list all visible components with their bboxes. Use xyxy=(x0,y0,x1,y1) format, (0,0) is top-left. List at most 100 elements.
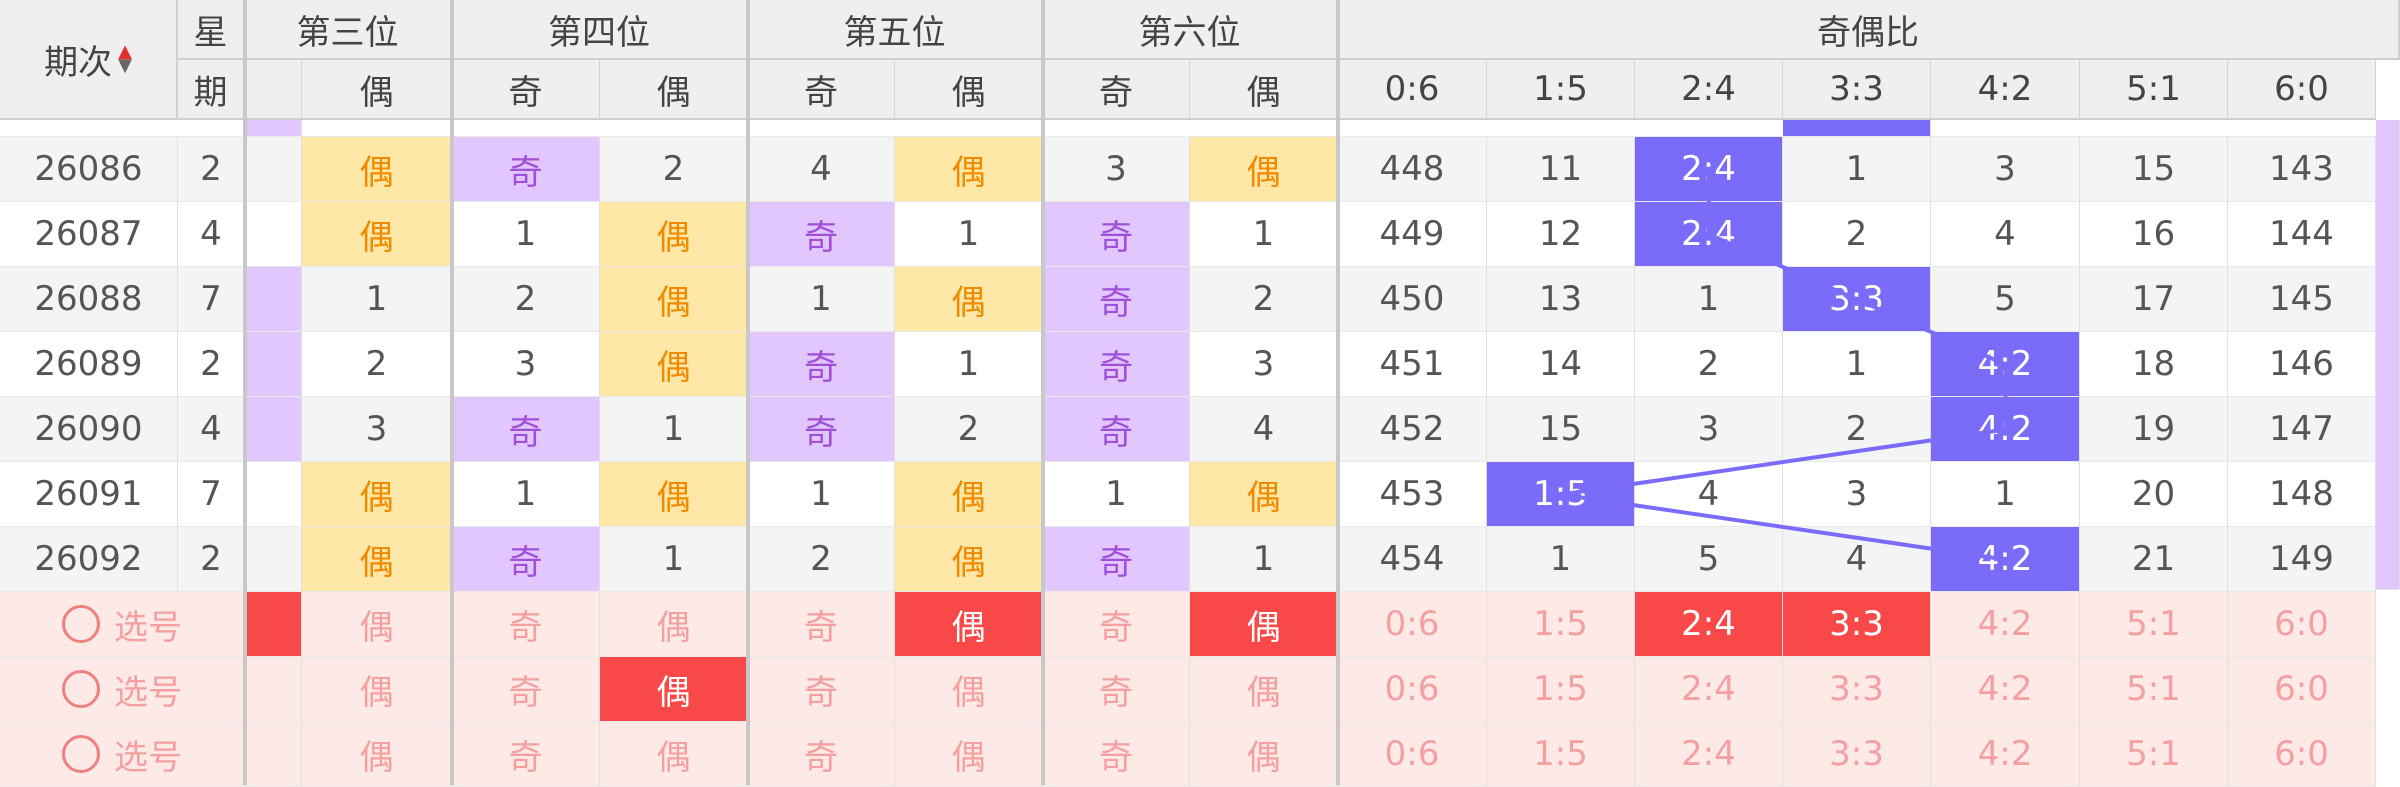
data-cell: 1 xyxy=(1190,202,1338,267)
data-cell: 4:2 xyxy=(1931,397,2080,462)
select-option[interactable]: 奇 xyxy=(1043,657,1190,722)
select-option[interactable]: 1:5 xyxy=(1487,592,1635,657)
data-cell: 奇 xyxy=(452,397,600,462)
select-option[interactable]: 偶 xyxy=(600,657,748,722)
data-cell: 21 xyxy=(2080,527,2228,592)
sub-header-1: 奇 xyxy=(452,60,600,120)
select-option[interactable]: 2:4 xyxy=(1635,592,1783,657)
select-row-2[interactable]: 选号 xyxy=(0,657,245,722)
select-cut[interactable] xyxy=(245,722,302,787)
data-cell: 2 xyxy=(452,267,600,332)
select-option[interactable]: 6:0 xyxy=(2228,657,2376,722)
data-cell: 450 xyxy=(1338,267,1487,332)
select-option[interactable]: 偶 xyxy=(895,592,1043,657)
data-cell: 12 xyxy=(1487,202,1635,267)
data-cell: 奇 xyxy=(452,137,600,202)
data-cell: 1 xyxy=(1043,462,1190,527)
select-option[interactable]: 2:4 xyxy=(1635,722,1783,787)
data-cell: 2 xyxy=(895,397,1043,462)
select-option[interactable]: 偶 xyxy=(600,592,748,657)
select-option[interactable]: 3:3 xyxy=(1783,592,1931,657)
select-option[interactable]: 奇 xyxy=(452,657,600,722)
data-cell: 3 xyxy=(1783,462,1931,527)
select-row-1[interactable]: 选号 xyxy=(0,592,245,657)
select-radio-icon[interactable] xyxy=(62,670,100,708)
select-option[interactable]: 偶 xyxy=(302,592,452,657)
select-option[interactable]: 6:0 xyxy=(2228,592,2376,657)
sub-header-2: 偶 xyxy=(600,60,748,120)
select-option[interactable]: 偶 xyxy=(302,722,452,787)
data-cell: 19 xyxy=(2080,397,2228,462)
select-option[interactable]: 奇 xyxy=(748,722,895,787)
select-option[interactable]: 4:2 xyxy=(1931,657,2080,722)
select-option[interactable]: 奇 xyxy=(748,592,895,657)
select-option[interactable]: 3:3 xyxy=(1783,657,1931,722)
select-option[interactable]: 0:6 xyxy=(1338,722,1487,787)
partial-row xyxy=(0,120,2400,137)
select-option[interactable]: 5:1 xyxy=(2080,592,2228,657)
lottery-trend-table: 期次 ▲ ▼ 星期第三位 第四位 第五位 第六位 奇偶比偶奇偶奇偶奇偶 0:6 1:5 2:4 3:3… xyxy=(0,0,2400,787)
select-option[interactable]: 0:6 xyxy=(1338,592,1487,657)
data-cell: 偶 xyxy=(302,527,452,592)
data-cell: 偶 xyxy=(895,462,1043,527)
select-cut[interactable] xyxy=(245,657,302,722)
group-header-3: 第三位 xyxy=(245,0,452,60)
data-cell: 452 xyxy=(1338,397,1487,462)
data-cell: 1 xyxy=(1487,527,1635,592)
select-option[interactable]: 偶 xyxy=(895,722,1043,787)
select-radio-icon[interactable] xyxy=(62,605,100,643)
period-cell: 26089 xyxy=(0,332,178,397)
select-option[interactable]: 偶 xyxy=(302,657,452,722)
group-header-7: 奇偶比 xyxy=(1338,0,2400,60)
column-divider xyxy=(450,0,454,785)
sub-header-5: 奇 xyxy=(1043,60,1190,120)
data-cell: 奇 xyxy=(1043,332,1190,397)
data-cell: 1 xyxy=(895,202,1043,267)
data-cell: 449 xyxy=(1338,202,1487,267)
period-header[interactable]: 期次 ▲ ▼ xyxy=(0,0,178,120)
select-option[interactable]: 4:2 xyxy=(1931,722,2080,787)
data-cell: 4 xyxy=(1931,202,2080,267)
data-cell: 2 xyxy=(302,332,452,397)
cut-cell xyxy=(245,462,302,527)
data-cell: 奇 xyxy=(452,527,600,592)
data-cell: 偶 xyxy=(895,137,1043,202)
select-option[interactable]: 0:6 xyxy=(1338,657,1487,722)
select-option[interactable]: 偶 xyxy=(1190,722,1338,787)
select-option[interactable]: 偶 xyxy=(1190,592,1338,657)
select-row-3[interactable]: 选号 xyxy=(0,722,245,787)
select-option[interactable]: 奇 xyxy=(452,592,600,657)
select-option[interactable]: 3:3 xyxy=(1783,722,1931,787)
select-option[interactable]: 1:5 xyxy=(1487,657,1635,722)
select-option[interactable]: 1:5 xyxy=(1487,722,1635,787)
sort-icon[interactable]: ▲ ▼ xyxy=(118,43,132,75)
cut-cell xyxy=(245,527,302,592)
select-option[interactable]: 5:1 xyxy=(2080,657,2228,722)
data-cell: 偶 xyxy=(1190,462,1338,527)
select-option[interactable]: 偶 xyxy=(895,657,1043,722)
select-cut[interactable] xyxy=(245,592,302,657)
select-option[interactable]: 偶 xyxy=(1190,657,1338,722)
select-option[interactable]: 5:1 xyxy=(2080,722,2228,787)
week-header-top: 星 xyxy=(178,0,245,60)
group-header-5: 第五位 xyxy=(748,0,1043,60)
data-cell: 1 xyxy=(748,462,895,527)
data-cell: 奇 xyxy=(748,397,895,462)
select-option[interactable]: 4:2 xyxy=(1931,592,2080,657)
select-option[interactable]: 奇 xyxy=(1043,592,1190,657)
sub-header-4: 偶 xyxy=(895,60,1043,120)
data-cell: 145 xyxy=(2228,267,2376,332)
data-cell: 13 xyxy=(1487,267,1635,332)
period-label: 期次 xyxy=(44,42,113,83)
data-cell: 1 xyxy=(600,527,748,592)
data-cell: 偶 xyxy=(302,202,452,267)
select-option[interactable]: 奇 xyxy=(748,657,895,722)
select-radio-icon[interactable] xyxy=(62,735,100,773)
select-option[interactable]: 6:0 xyxy=(2228,722,2376,787)
select-option[interactable]: 2:4 xyxy=(1635,657,1783,722)
select-option[interactable]: 奇 xyxy=(1043,722,1190,787)
select-option[interactable]: 偶 xyxy=(600,722,748,787)
data-cell: 偶 xyxy=(895,267,1043,332)
select-option[interactable]: 奇 xyxy=(452,722,600,787)
data-cell: 偶 xyxy=(1190,137,1338,202)
